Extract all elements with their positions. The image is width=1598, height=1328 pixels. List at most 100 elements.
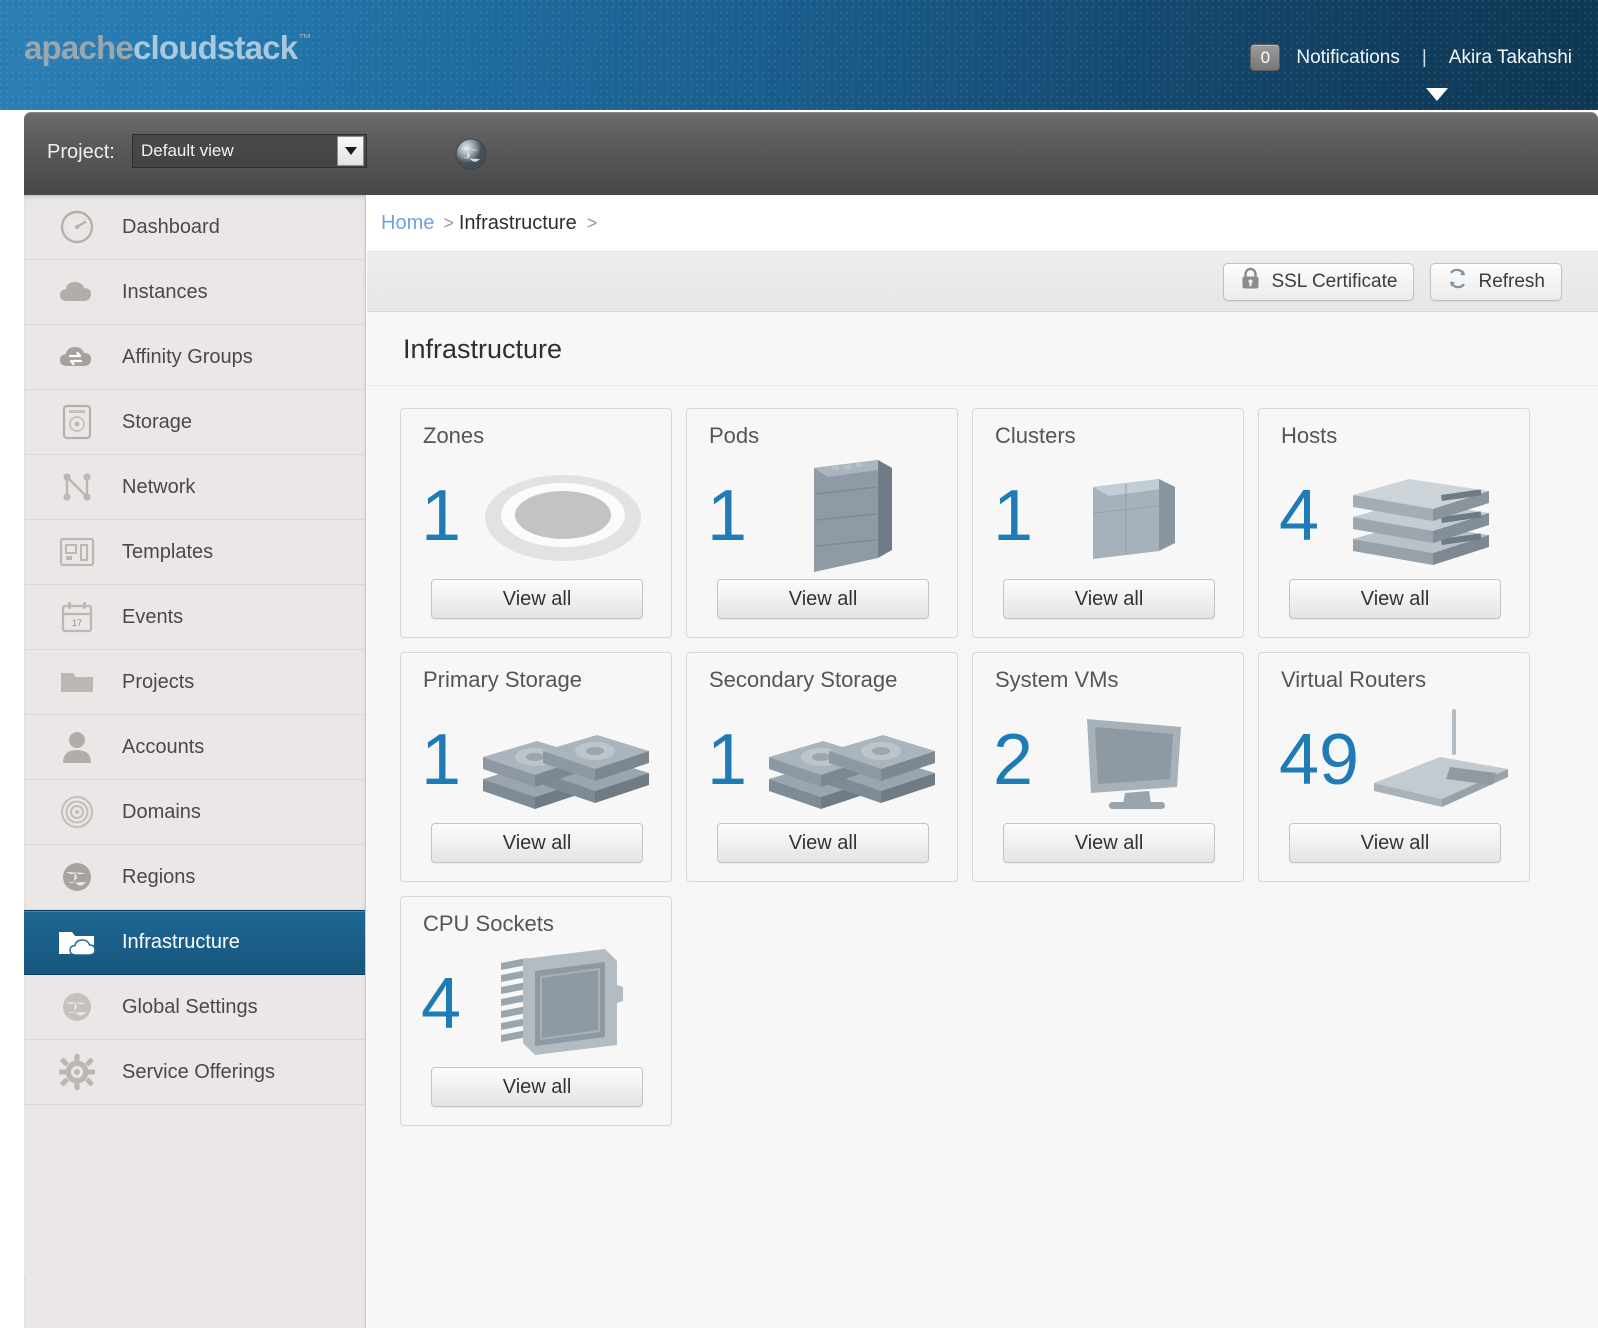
view-all-button[interactable]: View all [1003,579,1215,619]
sidebar-item-global-settings[interactable]: Global Settings [24,975,365,1040]
sidebar-item-label: Projects [122,670,195,693]
refresh-button[interactable]: Refresh [1430,262,1562,301]
sidebar-item-events[interactable]: 17 Events [24,585,365,650]
zone-disc-icon [455,457,671,575]
network-nodes-icon [46,469,108,505]
storage-stack-icon [455,701,671,819]
card-pods[interactable]: Pods 1 View all [686,408,958,638]
card-count: 1 [707,720,748,800]
logo-trademark: ™ [298,31,311,46]
chevron-down-icon[interactable] [1426,88,1448,101]
user-name[interactable]: Akira Takahshi [1449,47,1572,69]
card-title: Secondary Storage [709,667,898,692]
card-secondary-storage[interactable]: Secondary Storage 1 View all [686,652,958,882]
card-hosts[interactable]: Hosts 4 View all [1258,408,1530,638]
calendar-icon: 17 [46,600,108,634]
card-title: Zones [423,423,485,448]
header-right-group: 0 Notifications | Akira Takahshi [1250,44,1572,71]
folder-cloud-icon [46,927,108,959]
logo-cloudstack: cloudstack [132,29,298,66]
sidebar-filler [24,1105,365,1275]
project-select[interactable]: Default view [132,134,367,168]
breadcrumb-current: Infrastructure [458,211,577,234]
sidebar-item-templates[interactable]: Templates [24,520,365,585]
chevron-down-icon[interactable] [337,136,364,166]
view-all-button[interactable]: View all [717,579,929,619]
sidebar-item-projects[interactable]: Projects [24,650,365,715]
project-select-value: Default view [141,141,234,160]
project-label: Project: [47,141,115,163]
sidebar-item-label: Network [122,475,196,498]
card-count: 1 [707,476,748,556]
sidebar-item-label: Storage [122,410,193,433]
templates-icon [46,536,108,568]
sidebar-item-label: Domains [122,800,201,823]
view-all-button[interactable]: View all [1289,579,1501,619]
sidebar-item-label: Accounts [122,735,205,758]
card-primary-storage[interactable]: Primary Storage 1 View all [400,652,672,882]
sidebar-item-label: Regions [122,865,196,888]
card-zones[interactable]: Zones 1 View all [400,408,672,638]
hard-drive-icon [46,403,108,441]
globe-icon [46,859,108,895]
view-all-button[interactable]: View all [1289,823,1501,863]
app-logo[interactable]: apachecloudstack™ [24,29,311,67]
action-toolbar: SSL Certificate Refresh [367,252,1598,312]
cloud-swap-icon [46,340,108,374]
sidebar-item-infrastructure[interactable]: Infrastructure [24,910,365,975]
ssl-certificate-label: SSL Certificate [1271,270,1398,292]
cloud-icon [46,275,108,309]
sidebar-item-dashboard[interactable]: Dashboard [24,195,365,260]
breadcrumb-home[interactable]: Home [381,212,434,235]
card-body: 1 [687,455,957,577]
folder-icon [46,667,108,697]
router-icon [1353,701,1529,819]
notifications-label[interactable]: Notifications [1296,47,1400,69]
sidebar-item-label: Infrastructure [122,931,240,953]
globe-gray-icon [46,989,108,1025]
view-all-button[interactable]: View all [431,1067,643,1107]
view-all-button[interactable]: View all [1003,823,1215,863]
lock-icon [1240,267,1261,296]
sidebar-item-regions[interactable]: Regions [24,845,365,910]
view-all-button[interactable]: View all [717,823,929,863]
card-body: 1 [401,455,671,577]
card-system-vms[interactable]: System VMs 2 View all [972,652,1244,882]
card-body: 1 [973,455,1243,577]
page-title: Infrastructure [403,334,563,364]
sidebar-item-accounts[interactable]: Accounts [24,715,365,780]
ssl-certificate-button[interactable]: SSL Certificate [1223,262,1415,301]
view-all-button[interactable]: View all [431,579,643,619]
card-body: 2 [973,699,1243,821]
card-clusters[interactable]: Clusters 1 View all [972,408,1244,638]
card-cpu-sockets[interactable]: CPU Sockets 4 View all [400,896,672,1126]
sidebar-item-service-offerings[interactable]: Service Offerings [24,1040,365,1105]
user-icon [46,729,108,765]
infrastructure-card-grid: Zones 1 View all Pods 1 View all Cluster… [367,386,1547,1126]
notifications-badge[interactable]: 0 [1250,44,1281,71]
sidebar-item-network[interactable]: Network [24,455,365,520]
host-servers-icon [1313,457,1529,575]
header-divider: | [1421,46,1427,68]
sidebar-item-label: Templates [122,540,214,563]
card-virtual-routers[interactable]: Virtual Routers 49 View all [1258,652,1530,882]
card-title: Clusters [995,423,1076,448]
sidebar-item-instances[interactable]: Instances [24,260,365,325]
view-all-button[interactable]: View all [431,823,643,863]
sidebar-item-storage[interactable]: Storage [24,390,365,455]
region-globe-icon[interactable] [447,130,495,178]
breadcrumb-separator-trailing: > [586,212,598,233]
card-count: 49 [1279,720,1360,800]
breadcrumb: Home > Infrastructure > [367,195,1598,252]
cluster-cube-icon [1027,457,1243,575]
refresh-icon [1447,268,1468,295]
card-title: System VMs [995,667,1119,692]
sidebar-item-domains[interactable]: Domains [24,780,365,845]
cpu-chip-icon [455,945,671,1063]
sidebar-item-affinity-groups[interactable]: Affinity Groups [24,325,365,390]
card-title: Virtual Routers [1281,667,1427,692]
sidebar-item-label: Instances [122,280,208,303]
sidebar-item-label: Dashboard [122,215,220,238]
gauge-icon [46,208,108,246]
card-body: 4 [401,943,671,1065]
